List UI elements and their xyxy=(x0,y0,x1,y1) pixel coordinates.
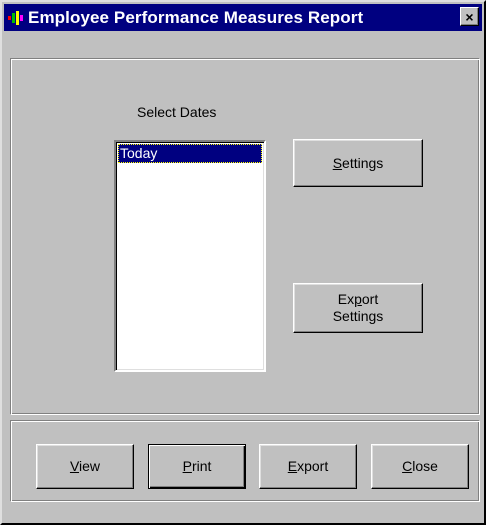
settings-mnemonic: S xyxy=(332,154,343,171)
export-settings-line1-pre: Ex xyxy=(337,291,355,307)
export-button[interactable]: Export xyxy=(259,444,357,489)
close-icon[interactable]: × xyxy=(460,7,479,26)
export-mnemonic: E xyxy=(287,458,298,474)
export-settings-line2: Settings xyxy=(332,308,384,324)
report-dialog: Employee Performance Measures Report × S… xyxy=(0,0,486,525)
dates-listbox[interactable]: Today xyxy=(114,140,266,372)
close-mnemonic: C xyxy=(402,458,413,474)
list-item-today[interactable]: Today xyxy=(118,144,262,163)
export-settings-button[interactable]: Export Settings xyxy=(293,283,423,333)
settings-button[interactable]: Settings xyxy=(293,139,423,187)
export-settings-mnemonic: p xyxy=(354,291,362,307)
print-label-rest: rint xyxy=(191,458,212,474)
view-mnemonic: V xyxy=(69,458,80,474)
close-label-rest: lose xyxy=(412,458,438,474)
window-title: Employee Performance Measures Report xyxy=(28,7,364,27)
settings-label-rest: ettings xyxy=(342,154,384,171)
select-dates-label: Select Dates xyxy=(137,104,217,120)
report-app-icon xyxy=(8,10,23,25)
export-settings-line1-post: ort xyxy=(361,291,379,307)
close-button[interactable]: Close xyxy=(371,444,469,489)
view-label-rest: iew xyxy=(79,458,101,474)
export-label-rest: xport xyxy=(297,458,329,474)
print-mnemonic: P xyxy=(182,458,192,474)
print-button[interactable]: Print xyxy=(148,444,246,489)
view-button[interactable]: View xyxy=(36,444,134,489)
title-bar[interactable]: Employee Performance Measures Report × xyxy=(4,4,482,31)
